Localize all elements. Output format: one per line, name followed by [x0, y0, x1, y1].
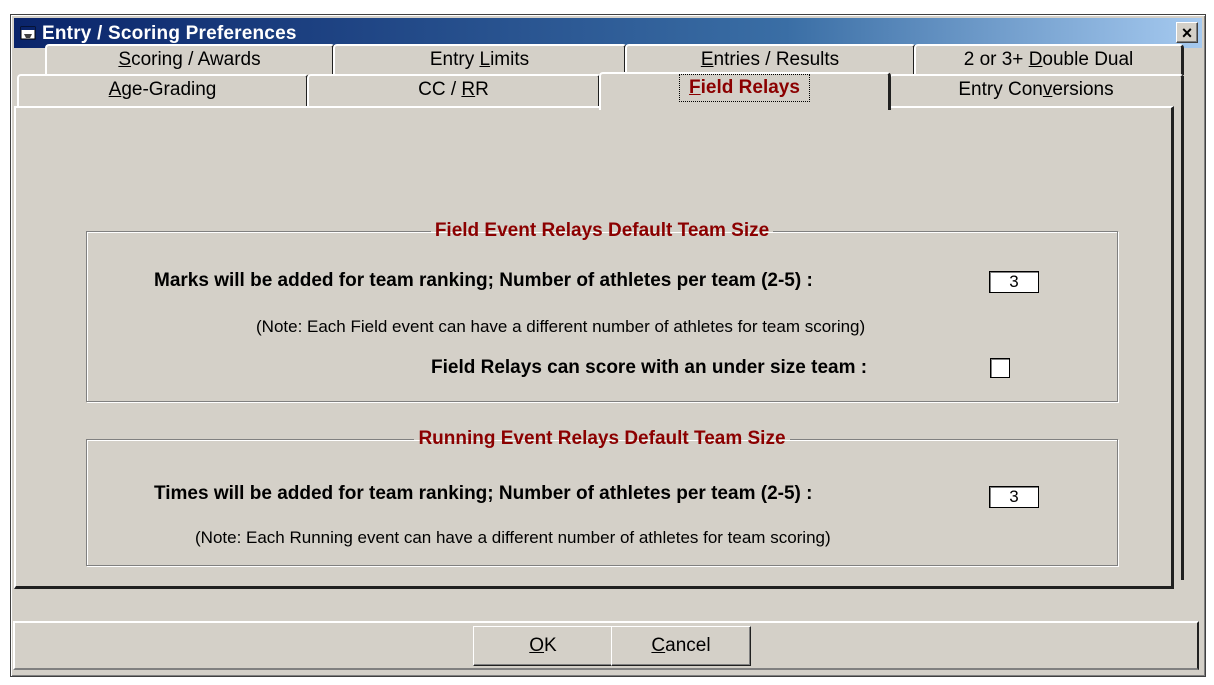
times-label: Times will be added for team ranking; Nu…: [154, 483, 813, 504]
close-icon: ×: [1181, 23, 1193, 43]
tab-entry-conversions[interactable]: Entry Conversions: [889, 74, 1184, 106]
close-button[interactable]: ×: [1176, 22, 1198, 43]
running-note: (Note: Each Running event can have a dif…: [195, 528, 831, 547]
cancel-button[interactable]: Cancel: [611, 626, 751, 666]
tab-entry-limits[interactable]: Entry Limits: [333, 44, 627, 75]
field-note: (Note: Each Field event can have a diffe…: [256, 317, 866, 336]
tab-page-field-relays: Field Event Relays Default Team Size Mar…: [14, 106, 1174, 589]
tab-cc-rr[interactable]: CC / RR: [307, 74, 601, 106]
app-icon: [20, 26, 36, 40]
tab-entries-results[interactable]: Entries / Results: [625, 44, 916, 75]
undersize-label: Field Relays can score with an under siz…: [431, 357, 868, 378]
tab-scoring-awards[interactable]: Scoring / Awards: [45, 44, 335, 75]
tab-field-relays[interactable]: Field Relays: [599, 72, 891, 110]
ok-button[interactable]: OK: [473, 626, 613, 666]
tab-double-dual[interactable]: 2 or 3+ Double Dual: [914, 44, 1184, 75]
tab-age-grading[interactable]: Age-Grading: [17, 74, 309, 106]
running-team-size-input[interactable]: [989, 486, 1039, 508]
window-title: Entry / Scoring Preferences: [42, 23, 297, 44]
field-relays-group-title: Field Event Relays Default Team Size: [434, 220, 770, 241]
field-team-size-input[interactable]: [989, 271, 1039, 293]
marks-label: Marks will be added for team ranking; Nu…: [154, 270, 813, 291]
undersize-team-checkbox[interactable]: [990, 358, 1010, 378]
tab-field-relays-label: Field Relays: [679, 74, 810, 102]
running-relays-group-title: Running Event Relays Default Team Size: [418, 428, 786, 449]
